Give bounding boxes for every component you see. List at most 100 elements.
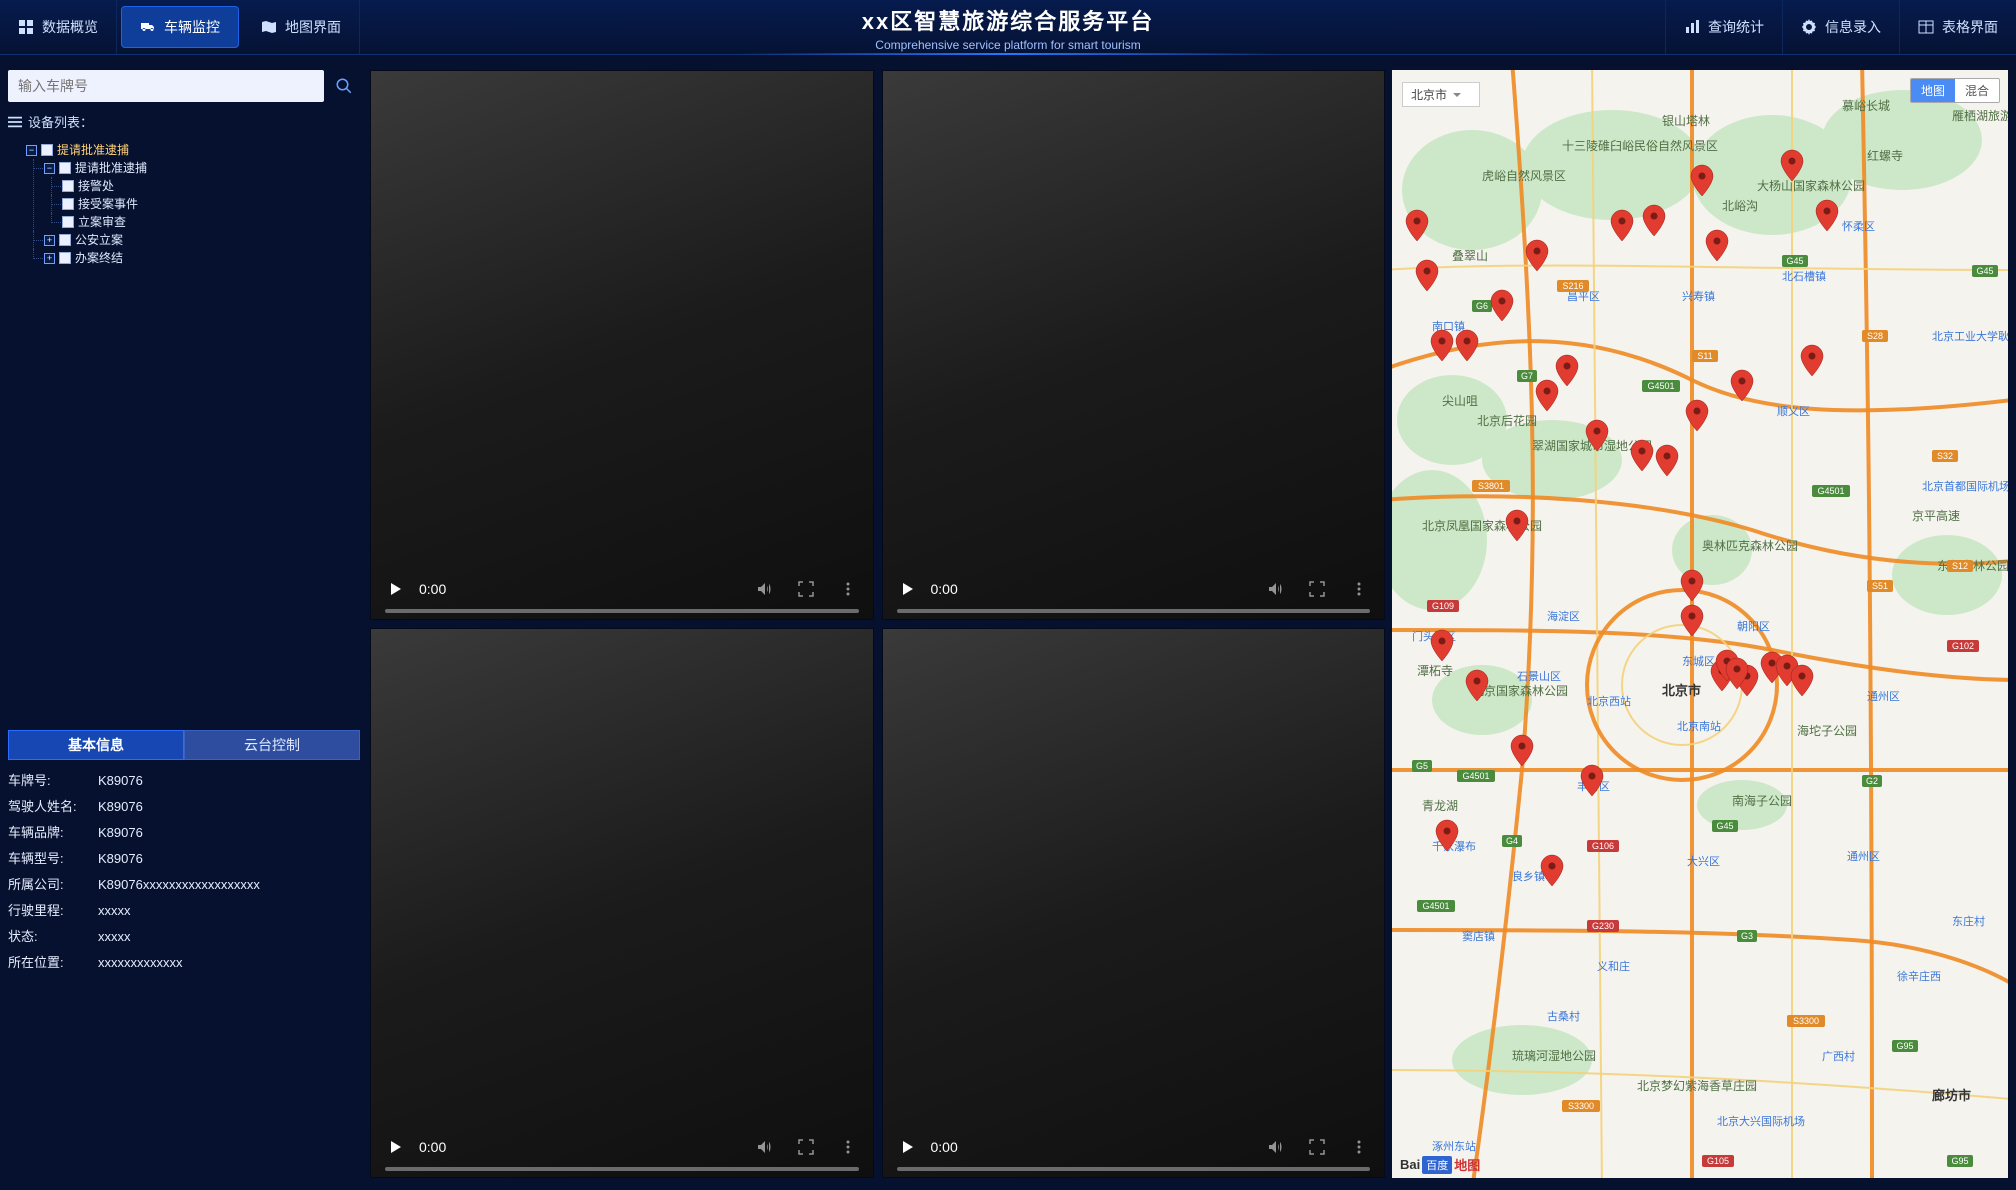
mute-button[interactable]	[753, 578, 775, 600]
search-button[interactable]	[328, 70, 360, 102]
map-place-label: 顺义区	[1777, 405, 1810, 418]
map-place-label: 良乡镇	[1512, 869, 1545, 883]
map-place-label: 琉璃河湿地公园	[1512, 1048, 1596, 1063]
tree-node[interactable]: + 公安立案	[44, 231, 360, 249]
tree-node[interactable]: + 办案终结	[44, 249, 360, 267]
info-row: 驾驶人姓名:K89076	[8, 794, 360, 820]
map-place-label: 北峪沟	[1722, 199, 1758, 213]
map-place-label: 慕峪长城	[1842, 99, 1890, 113]
info-label: 所在位置:	[8, 950, 98, 976]
video-tile-3[interactable]: 0:00	[370, 628, 874, 1178]
video-tile-1[interactable]: 0:00	[370, 70, 874, 620]
tree-node[interactable]: − 提请批准逮捕	[44, 159, 360, 177]
app-subtitle: Comprehensive service platform for smart…	[618, 38, 1398, 52]
tab-basic-info[interactable]: 基本信息	[8, 730, 184, 760]
map-city-selector[interactable]: 北京市	[1402, 82, 1480, 107]
map-place-label: 通州区	[1847, 850, 1880, 863]
map-road-shield: G105	[1707, 1156, 1729, 1166]
nav-map-ui[interactable]: 地图界面	[243, 0, 360, 54]
map-place-label: 大杨山国家森林公园	[1757, 178, 1865, 193]
map-type-hybrid[interactable]: 混合	[1955, 79, 1999, 102]
map-panel[interactable]: 北京市 叠翠山虎峪自然风景区十三陵碓臼峪民俗自然风景区北峪沟银山塔林红螺寺慕峪长…	[1392, 70, 2008, 1178]
gear-icon	[1801, 19, 1817, 35]
mute-button[interactable]	[1264, 1136, 1286, 1158]
video-tile-4[interactable]: 0:00	[882, 628, 1386, 1178]
map-place-label: 朝阳区	[1737, 620, 1770, 633]
mute-button[interactable]	[753, 1136, 775, 1158]
dashboard-icon	[18, 19, 34, 35]
nav-label: 地图界面	[285, 17, 341, 37]
tree-label: 公安立案	[75, 231, 123, 249]
map-road-shield: S28	[1867, 331, 1883, 341]
map-canvas[interactable]: 北京市 叠翠山虎峪自然风景区十三陵碓臼峪民俗自然风景区北峪沟银山塔林红螺寺慕峪长…	[1392, 70, 2008, 1178]
more-button[interactable]	[1348, 1136, 1370, 1158]
map-icon	[261, 19, 277, 35]
map-road-shield: S12	[1952, 561, 1968, 571]
mute-button[interactable]	[1264, 578, 1286, 600]
tree-leaf[interactable]: 接受案事件	[62, 195, 360, 213]
map-place-label: 红螺寺	[1867, 148, 1903, 163]
more-button[interactable]	[837, 578, 859, 600]
play-button[interactable]	[897, 1136, 919, 1158]
file-icon	[62, 216, 74, 228]
video-scrubber[interactable]	[897, 609, 1371, 613]
info-row: 车辆品牌:K89076	[8, 820, 360, 846]
video-scrubber[interactable]	[385, 1167, 859, 1171]
tree-leaf[interactable]: 立案审查	[62, 213, 360, 231]
fullscreen-button[interactable]	[1306, 1136, 1328, 1158]
tree-label: 接警处	[78, 177, 114, 195]
map-road-shield: S51	[1872, 581, 1888, 591]
tree-collapse-icon[interactable]: +	[44, 253, 55, 264]
map-road-shield: G95	[1896, 1041, 1913, 1051]
nav-label: 表格界面	[1942, 17, 1998, 37]
logo-text: Bai	[1400, 1157, 1420, 1172]
map-place-label: 海坨子公园	[1797, 723, 1857, 738]
nav-vehicle-monitor[interactable]: 车辆监控	[121, 6, 239, 48]
nav-query-stats[interactable]: 查询统计	[1665, 0, 1782, 54]
fullscreen-button[interactable]	[795, 578, 817, 600]
info-row: 所在位置:xxxxxxxxxxxxx	[8, 950, 360, 976]
info-value: K89076xxxxxxxxxxxxxxxxxx	[98, 872, 360, 898]
header-nav-right: 查询统计 信息录入 表格界面	[1665, 0, 2016, 54]
map-place-label: 石景山区	[1517, 670, 1561, 683]
tree-collapse-icon[interactable]: +	[44, 235, 55, 246]
map-place-label: 北京大兴国际机场	[1717, 1114, 1805, 1128]
tree-expand-icon[interactable]: −	[26, 145, 37, 156]
nav-data-overview[interactable]: 数据概览	[0, 0, 117, 54]
search-bar	[8, 70, 360, 102]
nav-label: 信息录入	[1825, 17, 1881, 37]
nav-table-ui[interactable]: 表格界面	[1899, 0, 2016, 54]
video-scrubber[interactable]	[385, 609, 859, 613]
tree-leaf[interactable]: 接警处	[62, 177, 360, 195]
map-place-label: 叠翠山	[1452, 249, 1488, 263]
map-place-label: 青龙湖	[1422, 798, 1458, 813]
map-road-shield: G106	[1592, 841, 1614, 851]
fullscreen-button[interactable]	[795, 1136, 817, 1158]
play-button[interactable]	[897, 578, 919, 600]
info-row: 所属公司:K89076xxxxxxxxxxxxxxxxxx	[8, 872, 360, 898]
video-controls: 0:00	[883, 1117, 1385, 1177]
nav-info-entry[interactable]: 信息录入	[1782, 0, 1899, 54]
map-road-shield: G95	[1951, 1156, 1968, 1166]
more-button[interactable]	[837, 1136, 859, 1158]
video-tile-2[interactable]: 0:00	[882, 70, 1386, 620]
tree-node-root[interactable]: − 提请批准逮捕	[26, 141, 360, 159]
info-label: 行驶里程:	[8, 898, 98, 924]
tab-ptz-control[interactable]: 云台控制	[184, 730, 360, 760]
fullscreen-button[interactable]	[1306, 578, 1328, 600]
map-place-label: 大兴区	[1687, 854, 1720, 868]
tree-expand-icon[interactable]: −	[44, 163, 55, 174]
play-button[interactable]	[385, 1136, 407, 1158]
plate-search-input[interactable]	[8, 70, 324, 102]
more-button[interactable]	[1348, 578, 1370, 600]
map-place-label: 奥林匹克森林公园	[1702, 538, 1798, 553]
play-icon	[900, 1139, 916, 1155]
video-scrubber[interactable]	[897, 1167, 1371, 1171]
map-type-map[interactable]: 地图	[1911, 79, 1955, 102]
info-label: 驾驶人姓名:	[8, 794, 98, 820]
play-button[interactable]	[385, 578, 407, 600]
map-road-shield: G4501	[1817, 486, 1844, 496]
info-row: 状态:xxxxx	[8, 924, 360, 950]
info-label: 车牌号:	[8, 768, 98, 794]
map-road-shield: G7	[1521, 371, 1533, 381]
